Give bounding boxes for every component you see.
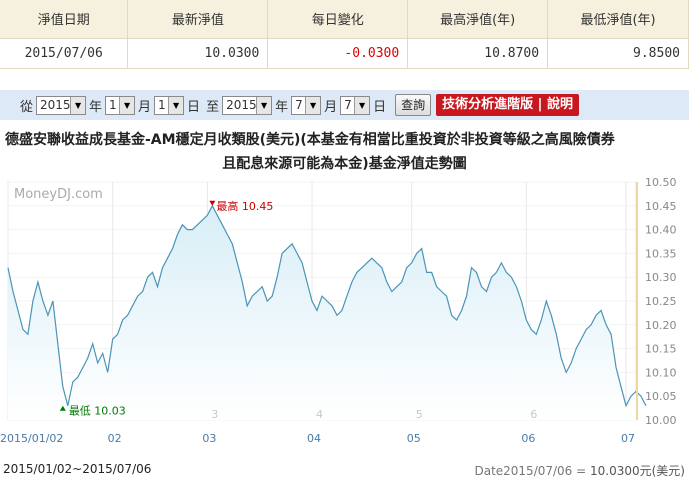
chart-title-line-2: 且配息來源可能為本金)基金淨值走勢圖: [222, 156, 467, 172]
nav-summary-table: 淨值日期 最新淨值 每日變化 最高淨值(年) 最低淨值(年) 2015/07/0…: [0, 0, 689, 69]
daily-change-value: -0.0300: [267, 38, 409, 69]
x-tick-label: 06: [521, 432, 535, 445]
watermark: MoneyDJ.com: [14, 187, 103, 202]
x-tick-label: 03: [202, 432, 216, 445]
chevron-down-icon: ▼: [168, 96, 184, 114]
header-nav-date: 淨值日期: [0, 0, 129, 39]
year-unit-label: 年: [275, 99, 289, 115]
x-month-hint: 5: [416, 408, 423, 421]
header-year-high: 最高淨值(年): [407, 0, 549, 39]
query-button[interactable]: 查詢: [395, 94, 432, 116]
chevron-down-icon: ▼: [70, 96, 86, 114]
date-range-query-bar: 從 2015 ▼ 年 1 ▼ 月 1 ▼ 日 至 2015 ▼ 年 7 ▼ 月 7 ▼ 日 …: [0, 90, 689, 120]
y-tick-label: 10.10: [645, 366, 677, 379]
start-day-select[interactable]: 1 ▼: [154, 95, 185, 115]
start-month-select[interactable]: 1 ▼: [105, 95, 136, 115]
y-tick-label: 10.20: [645, 319, 677, 332]
year-high-value: 10.8700: [407, 38, 549, 69]
summary-data-row: 2015/07/06 10.0300 -0.0300 10.8700 9.850…: [0, 38, 689, 69]
help-link[interactable]: 說明: [547, 97, 573, 112]
header-year-low: 最低淨值(年): [547, 0, 689, 39]
x-month-hint: 6: [530, 408, 537, 421]
x-month-hint: 3: [211, 408, 218, 421]
nav-date-value: 2015/07/06: [0, 38, 129, 69]
date-label: Date2015/07/06 =: [474, 464, 590, 478]
y-tick-label: 10.15: [645, 343, 677, 356]
y-axis: 10.50 10.45 10.40 10.35 10.30 10.25 10.20 10.15…: [636, 178, 677, 427]
x-tick-label: 04: [307, 432, 321, 445]
latest-nav-value: 10.0300: [127, 38, 269, 69]
y-tick-label: 10.45: [645, 200, 677, 213]
chevron-down-icon: ▼: [119, 96, 135, 114]
to-label: 至: [206, 99, 220, 115]
date-range-label: 2015/01/02~2015/07/06: [3, 462, 152, 476]
date-value: 10.0300元(美元): [590, 464, 685, 478]
year-low-value: 9.8500: [547, 38, 689, 69]
y-tick-label: 10.00: [645, 414, 677, 427]
y-tick-label: 10.40: [645, 224, 677, 237]
y-tick-label: 10.05: [645, 390, 677, 403]
x-tick-label: 05: [407, 432, 421, 445]
from-label: 從: [20, 99, 34, 115]
advanced-analysis-link[interactable]: 技術分析進階版: [442, 97, 533, 112]
end-month-select[interactable]: 7 ▼: [291, 95, 322, 115]
current-value-readout: Date2015/07/06 = 10.0300元(美元): [474, 462, 685, 479]
x-tick-label: 02: [108, 432, 122, 445]
day-unit-label: 日: [187, 99, 201, 115]
high-label: 最高 10.45: [216, 199, 273, 213]
chevron-down-icon: ▼: [305, 96, 321, 114]
start-year-select[interactable]: 2015 ▼: [36, 95, 87, 115]
year-unit-label: 年: [89, 99, 103, 115]
summary-header-row: 淨值日期 最新淨值 每日變化 最高淨值(年) 最低淨值(年): [0, 0, 689, 39]
chevron-down-icon: ▼: [354, 96, 370, 114]
x-tick-label: 07: [621, 432, 635, 445]
chevron-down-icon: ▼: [256, 96, 272, 114]
y-tick-label: 10.25: [645, 295, 677, 308]
low-label: 最低 10.03: [69, 405, 126, 418]
divider: |: [533, 97, 547, 112]
month-unit-label: 月: [324, 99, 338, 115]
y-tick-label: 10.35: [645, 247, 677, 260]
end-year-select[interactable]: 2015 ▼: [222, 95, 273, 115]
y-tick-label: 10.30: [645, 271, 677, 284]
y-tick-label: 10.50: [645, 178, 677, 189]
day-unit-label: 日: [373, 99, 387, 115]
x-month-hint: 4: [316, 408, 323, 421]
month-unit-label: 月: [138, 99, 152, 115]
nav-trend-chart: 10.50 10.45 10.40 10.35 10.30 10.25 10.20 10.15…: [0, 178, 677, 445]
end-day-select[interactable]: 7 ▼: [340, 95, 371, 115]
header-daily-change: 每日變化: [267, 0, 409, 39]
advanced-analysis-button[interactable]: 技術分析進階版 | 說明: [436, 94, 579, 116]
header-latest-nav: 最新淨值: [127, 0, 269, 39]
chart-title-line-1: 德盛安聯收益成長基金-AM穩定月收類股(美元)(本基金有相當比重投資於非投資等級…: [5, 132, 615, 148]
x-tick-label: 2015/01/02: [0, 432, 63, 445]
